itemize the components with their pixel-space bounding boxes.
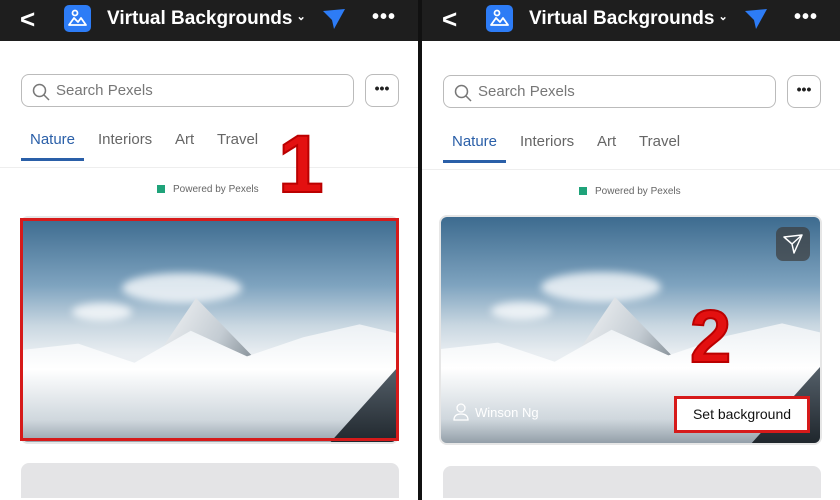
background-card-next[interactable]	[443, 466, 821, 498]
divider	[0, 167, 418, 168]
page-title[interactable]: Virtual Backgrounds ⌄	[107, 8, 306, 30]
more-menu-button[interactable]: •••	[794, 6, 818, 29]
tab-travel[interactable]: Travel	[217, 131, 258, 148]
search-input[interactable]: Search Pexels	[21, 74, 354, 107]
tab-interiors[interactable]: Interiors	[520, 133, 574, 150]
search-icon	[32, 83, 50, 101]
chevron-down-icon: ⌄	[718, 11, 728, 23]
photo-author: Winson Ng	[453, 403, 539, 421]
share-background-button[interactable]	[776, 227, 810, 261]
step-number-1: 1	[277, 119, 325, 210]
top-bar: < Virtual Backgrounds ⌄ •••	[422, 0, 840, 41]
send-icon	[783, 234, 803, 254]
pexels-logo-icon	[579, 187, 587, 195]
back-button[interactable]: <	[442, 6, 457, 32]
virtual-background-app-icon	[486, 5, 513, 32]
tab-art[interactable]: Art	[175, 131, 194, 148]
more-menu-button[interactable]: •••	[372, 6, 396, 29]
screen-step-2: < Virtual Backgrounds ⌄ ••• Search Pexels…	[422, 0, 840, 500]
share-icon[interactable]	[322, 8, 346, 35]
user-icon	[453, 403, 469, 421]
top-bar: < Virtual Backgrounds ⌄ •••	[0, 0, 418, 41]
set-background-button[interactable]: Set background	[674, 396, 810, 433]
powered-by-pexels: Powered by Pexels	[157, 184, 259, 195]
search-input[interactable]: Search Pexels	[443, 75, 776, 108]
share-icon[interactable]	[744, 8, 768, 35]
chevron-down-icon: ⌄	[296, 11, 306, 23]
tab-art[interactable]: Art	[597, 133, 616, 150]
back-button[interactable]: <	[20, 6, 35, 32]
tab-travel[interactable]: Travel	[639, 133, 680, 150]
background-card-mountain-selected[interactable]: Winson Ng Set background	[439, 215, 822, 445]
page-title[interactable]: Virtual Backgrounds ⌄	[529, 8, 728, 30]
options-button[interactable]: •••	[365, 74, 399, 107]
step-number-2: 2	[689, 295, 732, 378]
powered-by-pexels: Powered by Pexels	[579, 186, 681, 197]
virtual-background-app-icon	[64, 5, 91, 32]
tab-nature[interactable]: Nature	[21, 131, 85, 161]
screen-step-1: < Virtual Backgrounds ⌄ ••• Search Pexels…	[0, 0, 418, 500]
category-tabs: Nature Interiors Art Travel	[443, 133, 823, 165]
search-icon	[454, 84, 472, 102]
divider	[422, 169, 840, 170]
highlight-box-step-1	[20, 218, 399, 441]
options-button[interactable]: •••	[787, 75, 821, 108]
tab-nature[interactable]: Nature	[443, 133, 507, 163]
category-tabs: Nature Interiors Art Travel	[21, 131, 401, 163]
tab-interiors[interactable]: Interiors	[98, 131, 152, 148]
pexels-logo-icon	[157, 185, 165, 193]
background-card-next[interactable]	[21, 463, 399, 498]
